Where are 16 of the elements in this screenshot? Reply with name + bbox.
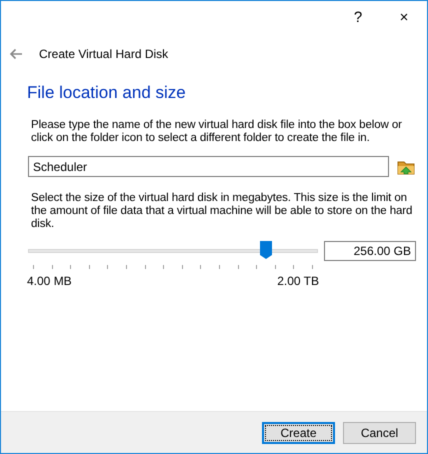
max-size-label: 2.00 TB	[277, 274, 319, 288]
help-button[interactable]: ?	[335, 8, 381, 26]
size-value-field[interactable]: 256.00 GB	[324, 241, 416, 261]
min-size-label: 4.00 MB	[27, 274, 72, 288]
size-slider-track[interactable]	[28, 249, 318, 253]
size-instructions: Select the size of the virtual hard disk in megabytes. This size is the limit on the amount of file data that a virtual machine will be able to store on the hard disk.	[31, 192, 414, 231]
wizard-title: Create Virtual Hard Disk	[39, 47, 168, 61]
slider-thumb[interactable]	[260, 241, 272, 259]
location-instructions: Please type the name of the new virtual hard disk file into the box below or click on the folder icon to select a different folder to create the file in.	[31, 119, 403, 145]
back-arrow-icon[interactable]	[9, 48, 23, 60]
folder-icon[interactable]	[397, 158, 415, 174]
file-name-field[interactable]: Scheduler	[28, 156, 389, 177]
create-button[interactable]: Create	[262, 422, 335, 444]
close-button[interactable]: ×	[381, 8, 427, 26]
page-heading: File location and size	[27, 83, 187, 103]
cancel-button[interactable]: Cancel	[343, 422, 416, 444]
